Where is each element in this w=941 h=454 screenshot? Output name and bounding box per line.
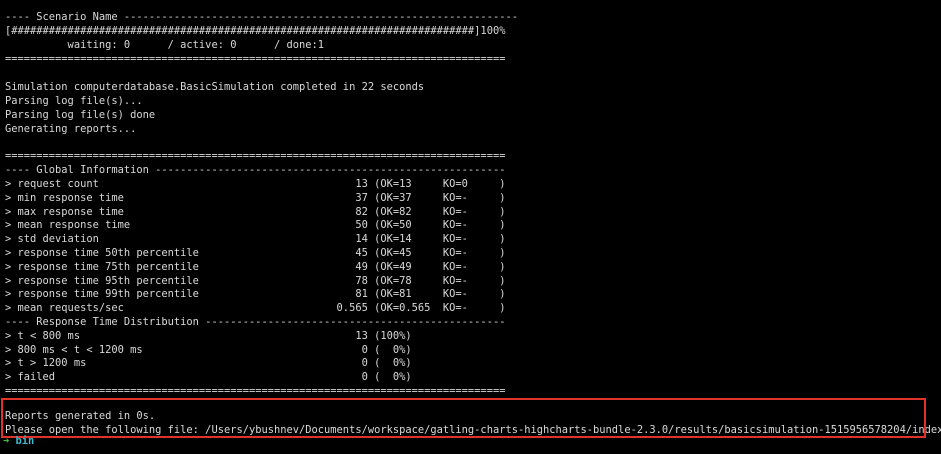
stat-percentile-75: > response time 75th percentile 49 (OK=4…	[5, 261, 506, 273]
separator-line: ========================================…	[5, 385, 506, 397]
response-time-distribution-header: ---- Response Time Distribution --------…	[5, 316, 506, 328]
distribution-under-800: > t < 800 ms 13 (100%)	[5, 330, 412, 342]
separator-line: ========================================…	[5, 53, 506, 65]
simulation-completed-line: Simulation computerdatabase.BasicSimulat…	[5, 81, 425, 93]
stat-percentile-95: > response time 95th percentile 78 (OK=7…	[5, 275, 506, 287]
highlight-annotation-box	[1, 398, 926, 438]
distribution-failed: > failed 0 ( 0%)	[5, 371, 412, 383]
stat-max-response-time: > max response time 82 (OK=82 KO=- )	[5, 206, 506, 218]
terminal-window[interactable]: ---- Scenario Name ---------------------…	[0, 0, 941, 454]
shell-prompt[interactable]: ➜ bin	[3, 435, 34, 449]
stat-mean-response-time: > mean response time 50 (OK=50 KO=- )	[5, 219, 506, 231]
generating-reports-line: Generating reports...	[5, 123, 137, 135]
parsing-log-line: Parsing log file(s)...	[5, 95, 143, 107]
parsing-done-line: Parsing log file(s) done	[5, 109, 156, 121]
next-line-cutoff	[4, 450, 48, 454]
stat-mean-requests-per-sec: > mean requests/sec 0.565 (OK=0.565 KO=-…	[5, 302, 506, 314]
global-information-header: ---- Global Information ----------------…	[5, 164, 506, 176]
distribution-over-1200: > t > 1200 ms 0 ( 0%)	[5, 357, 412, 369]
user-status-line: waiting: 0 / active: 0 / done:1	[5, 39, 325, 51]
prompt-arrow-icon: ➜	[3, 435, 10, 447]
prompt-directory: bin	[15, 435, 35, 447]
stat-percentile-50: > response time 50th percentile 45 (OK=4…	[5, 247, 506, 259]
stat-percentile-99: > response time 99th percentile 81 (OK=8…	[5, 288, 506, 300]
scenario-header: ---- Scenario Name ---------------------…	[5, 11, 518, 23]
stat-min-response-time: > min response time 37 (OK=37 KO=- )	[5, 192, 506, 204]
stat-std-deviation: > std deviation 14 (OK=14 KO=- )	[5, 233, 506, 245]
separator-line: ========================================…	[5, 150, 506, 162]
distribution-800-to-1200: > 800 ms < t < 1200 ms 0 ( 0%)	[5, 344, 412, 356]
progress-bar-line: [#######################################…	[5, 25, 506, 37]
stat-request-count: > request count 13 (OK=13 KO=0 )	[5, 178, 506, 190]
